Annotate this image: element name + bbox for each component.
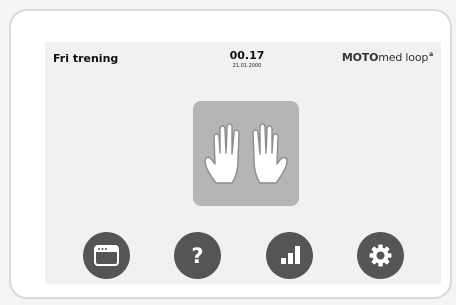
gear-icon — [369, 244, 392, 267]
settings-button[interactable] — [357, 232, 404, 279]
statistics-button[interactable] — [266, 232, 313, 279]
help-button[interactable]: ? — [174, 232, 221, 279]
clock-time: 00.17 — [229, 49, 265, 62]
window-icon — [94, 245, 119, 266]
hands-icon — [204, 123, 288, 184]
touch-screen: Fri trening 00.17 21.01.2000 MOTOmed loo… — [45, 42, 441, 284]
help-glyph: ? — [191, 244, 203, 268]
mode-title: Fri trening — [53, 52, 119, 65]
question-icon: ? — [191, 244, 203, 268]
hands-button[interactable] — [193, 101, 299, 206]
clock-date: 21.01.2000 — [232, 63, 262, 69]
bar-chart-icon — [281, 246, 300, 264]
brand-superscript: a — [429, 51, 433, 59]
menu-button[interactable] — [83, 232, 130, 279]
device-frame: Fri trening 00.17 21.01.2000 MOTOmed loo… — [9, 9, 452, 299]
brand-light: med loop — [378, 51, 429, 64]
brand-main: MOTO — [341, 51, 379, 64]
clock: 00.17 21.01.2000 — [217, 49, 277, 70]
brand-logo: MOTOmed loopa — [342, 51, 433, 64]
